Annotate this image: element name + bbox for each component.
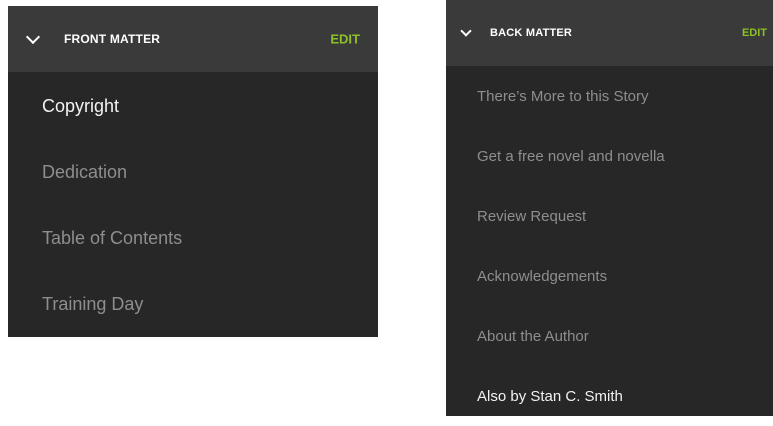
back-matter-item-also-by[interactable]: Also by Stan C. Smith: [446, 366, 773, 426]
back-matter-panel: BACK MATTER EDIT There’s More to this St…: [446, 0, 773, 416]
front-matter-item-dedication[interactable]: Dedication: [8, 139, 378, 205]
chevron-down-icon[interactable]: [460, 24, 472, 37]
back-matter-header[interactable]: BACK MATTER EDIT: [446, 0, 773, 66]
back-matter-item-acknowledgements[interactable]: Acknowledgements: [446, 246, 773, 306]
front-matter-title: FRONT MATTER: [64, 32, 161, 46]
front-matter-item-training-day[interactable]: Training Day: [8, 271, 378, 337]
back-matter-item-about-author[interactable]: About the Author: [446, 306, 773, 366]
front-matter-header[interactable]: FRONT MATTER EDIT: [8, 6, 378, 72]
back-matter-item-more-to-story[interactable]: There’s More to this Story: [446, 66, 773, 126]
front-matter-item-copyright[interactable]: Copyright: [8, 73, 378, 139]
back-matter-title: BACK MATTER: [490, 27, 573, 39]
back-matter-item-free-novel[interactable]: Get a free novel and novella: [446, 126, 773, 186]
back-matter-list: There’s More to this Story Get a free no…: [446, 66, 773, 426]
front-matter-list: Copyright Dedication Table of Contents T…: [8, 72, 378, 337]
front-matter-item-table-of-contents[interactable]: Table of Contents: [8, 205, 378, 271]
back-matter-edit-button[interactable]: EDIT: [742, 27, 767, 39]
back-matter-item-review-request[interactable]: Review Request: [446, 186, 773, 246]
chevron-down-icon[interactable]: [25, 29, 41, 44]
front-matter-edit-button[interactable]: EDIT: [330, 32, 360, 47]
front-matter-panel: FRONT MATTER EDIT Copyright Dedication T…: [8, 6, 378, 337]
